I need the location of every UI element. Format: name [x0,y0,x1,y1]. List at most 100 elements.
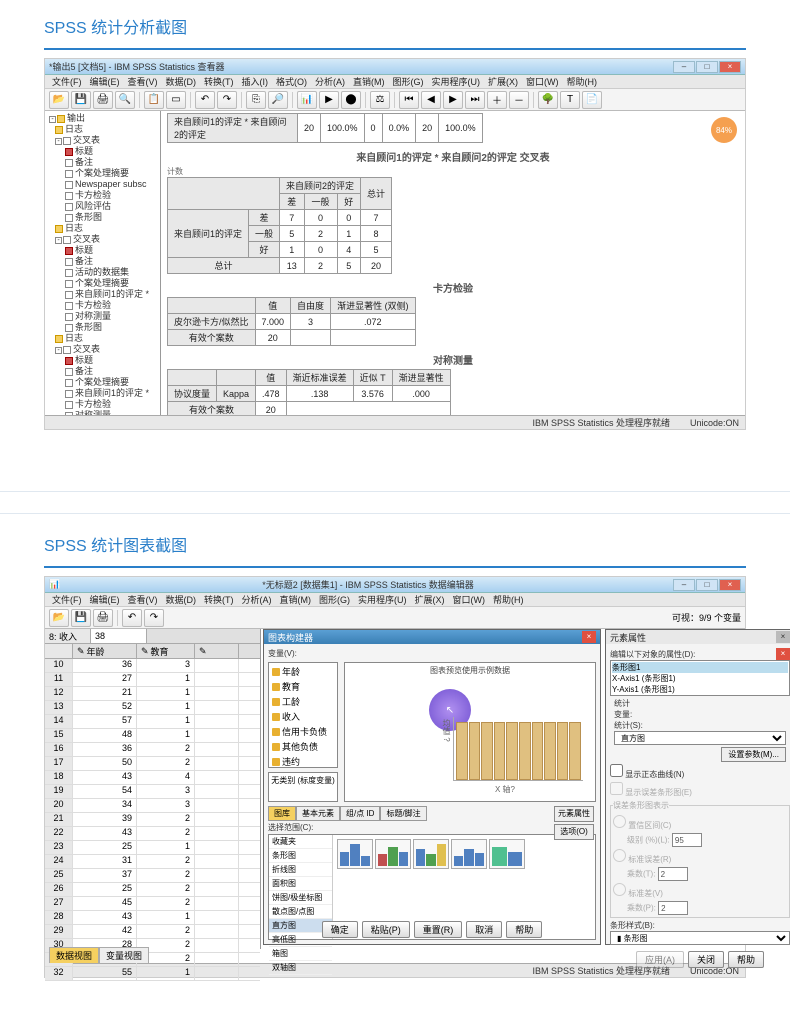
menu-item[interactable]: 查看(V) [125,593,161,606]
data-row[interactable]: 15481 [45,729,260,743]
menu-item[interactable]: 查看(V) [125,75,161,88]
maximize-button[interactable]: □ [696,61,718,73]
data-row[interactable]: 22432 [45,827,260,841]
dialog-button[interactable]: 重置(R) [414,921,463,938]
normal-curve-checkbox[interactable] [610,764,623,777]
chart-type-item[interactable]: 箱图 [269,947,332,961]
print-icon[interactable]: 🖨 [93,91,113,109]
variable-list[interactable]: 年龄教育工龄收入信用卡负债其他负债违约 [268,662,338,768]
tree-item[interactable]: -输出 [47,113,158,124]
dialog-button[interactable]: 帮助 [506,921,542,938]
text-icon[interactable]: 📄 [582,91,602,109]
data-row[interactable]: 13521 [45,701,260,715]
gallery-thumb[interactable] [489,839,525,869]
maximize-button[interactable]: □ [696,579,718,591]
data-row[interactable]: 21392 [45,813,260,827]
chart-type-item[interactable]: 散点图/点图 [269,905,332,919]
menu-item[interactable]: 分析(A) [239,593,275,606]
tree-item[interactable]: 日志 [47,333,158,344]
close-button[interactable]: × [719,61,741,73]
dialog-button[interactable]: 帮助 [728,951,764,968]
variable-item[interactable]: 年龄 [270,664,336,679]
gallery-thumb[interactable] [337,839,373,869]
goto-icon[interactable]: ⎘ [246,91,266,109]
run-icon[interactable]: ▶ [319,91,339,109]
nav-next-icon[interactable]: ▶ [443,91,463,109]
menu-item[interactable]: 文件(F) [49,75,85,88]
data-row[interactable]: 17502 [45,757,260,771]
dialog-button[interactable]: 粘贴(P) [362,921,410,938]
data-row[interactable]: 32551 [45,967,260,981]
data-row[interactable]: 10363 [45,659,260,673]
data-row[interactable]: 25372 [45,869,260,883]
options-button[interactable]: 选项(O) [554,824,594,840]
gallery-tab[interactable]: 组/点 ID [340,806,380,821]
tree-item[interactable]: 日志 [47,223,158,234]
data-row[interactable]: 23251 [45,841,260,855]
property-item[interactable]: X-Axis1 (条形图1) [612,673,788,684]
remove-icon[interactable]: × [776,648,790,660]
outline-tree[interactable]: -输出日志-交叉表标题备注个案处理摘要Newspaper subsc卡方检验风险… [45,111,161,415]
variable-item[interactable]: 收入 [270,709,336,724]
tree-item[interactable]: 活动的数据集 [47,267,158,278]
tree-item[interactable]: -交叉表 [47,234,158,245]
tree-item[interactable]: 条形图 [47,322,158,333]
gallery-thumb[interactable] [451,839,487,869]
tree-item[interactable]: -交叉表 [47,344,158,355]
open-icon[interactable]: 📂 [49,91,69,109]
variable-item[interactable]: 其他负债 [270,739,336,754]
data-row[interactable]: 16362 [45,743,260,757]
data-row[interactable]: 26252 [45,883,260,897]
dialog-close-icon[interactable]: × [776,631,790,643]
minimize-button[interactable]: – [673,579,695,591]
tree-item[interactable]: 标题 [47,146,158,157]
dialog-button[interactable]: 应用(A) [636,951,684,968]
demote-icon[interactable]: － [509,91,529,109]
gallery-tabs[interactable]: 图库基本元素组/点 ID标题/脚注 [268,806,427,821]
tree-item[interactable]: 备注 [47,157,158,168]
tree-icon[interactable]: 🌳 [538,91,558,109]
menu-item[interactable]: 直销(M) [350,75,388,88]
promote-icon[interactable]: ＋ [487,91,507,109]
variable-item[interactable]: 教育 [270,679,336,694]
nav-last-icon[interactable]: ⏭ [465,91,485,109]
set-params-button[interactable]: 设置参数(M)... [721,747,786,762]
gallery-tab[interactable]: 基本元素 [296,806,340,821]
menu-item[interactable]: 扩展(X) [485,75,521,88]
tree-item[interactable]: 对称测量 [47,311,158,322]
dialog-close-icon[interactable]: × [582,631,596,643]
data-row[interactable]: 27452 [45,897,260,911]
tree-item[interactable]: 个案处理摘要 [47,377,158,388]
gallery-tab[interactable]: 标题/脚注 [380,806,426,821]
menu-item[interactable]: 格式(O) [273,75,310,88]
data-row[interactable]: 28431 [45,911,260,925]
tree-item[interactable]: 标题 [47,355,158,366]
data-row[interactable]: 29422 [45,925,260,939]
tree-item[interactable]: 风险评估 [47,201,158,212]
redo-icon[interactable]: ↷ [144,609,164,627]
menu-item[interactable]: 扩展(X) [412,593,448,606]
data-row[interactable]: 18434 [45,771,260,785]
menu-item[interactable]: 实用程序(U) [355,593,410,606]
data-sheet[interactable]: 8: 收入 38 ✎ 年龄 ✎ 教育 ✎ 1036311271122111352… [45,629,261,949]
chart-type-item[interactable]: 面积图 [269,877,332,891]
menu-item[interactable]: 数据(D) [163,593,200,606]
dialog-button[interactable]: 关闭 [688,951,724,968]
nav-prev-icon[interactable]: ◀ [421,91,441,109]
chart-type-item[interactable]: 双轴图 [269,961,332,975]
chart-type-item[interactable]: 收藏夹 [269,835,332,849]
open-icon[interactable]: 📂 [49,609,69,627]
stop-icon[interactable]: ⬤ [341,91,361,109]
tree-item[interactable]: 来自顾问1的评定 * [47,289,158,300]
select-icon[interactable]: ▭ [166,91,186,109]
menu-item[interactable]: 转换(T) [201,75,237,88]
col-header-age[interactable]: ✎ 年龄 [73,644,137,658]
menu-item[interactable]: 数据(D) [163,75,200,88]
tree-item[interactable]: 来自顾问1的评定 * [47,388,158,399]
dialog-button[interactable]: 确定 [322,921,358,938]
close-button[interactable]: × [719,579,741,591]
col-header[interactable]: ✎ [195,644,239,658]
save-icon[interactable]: 💾 [71,609,91,627]
title-icon[interactable]: T [560,91,580,109]
tree-item[interactable]: 备注 [47,366,158,377]
